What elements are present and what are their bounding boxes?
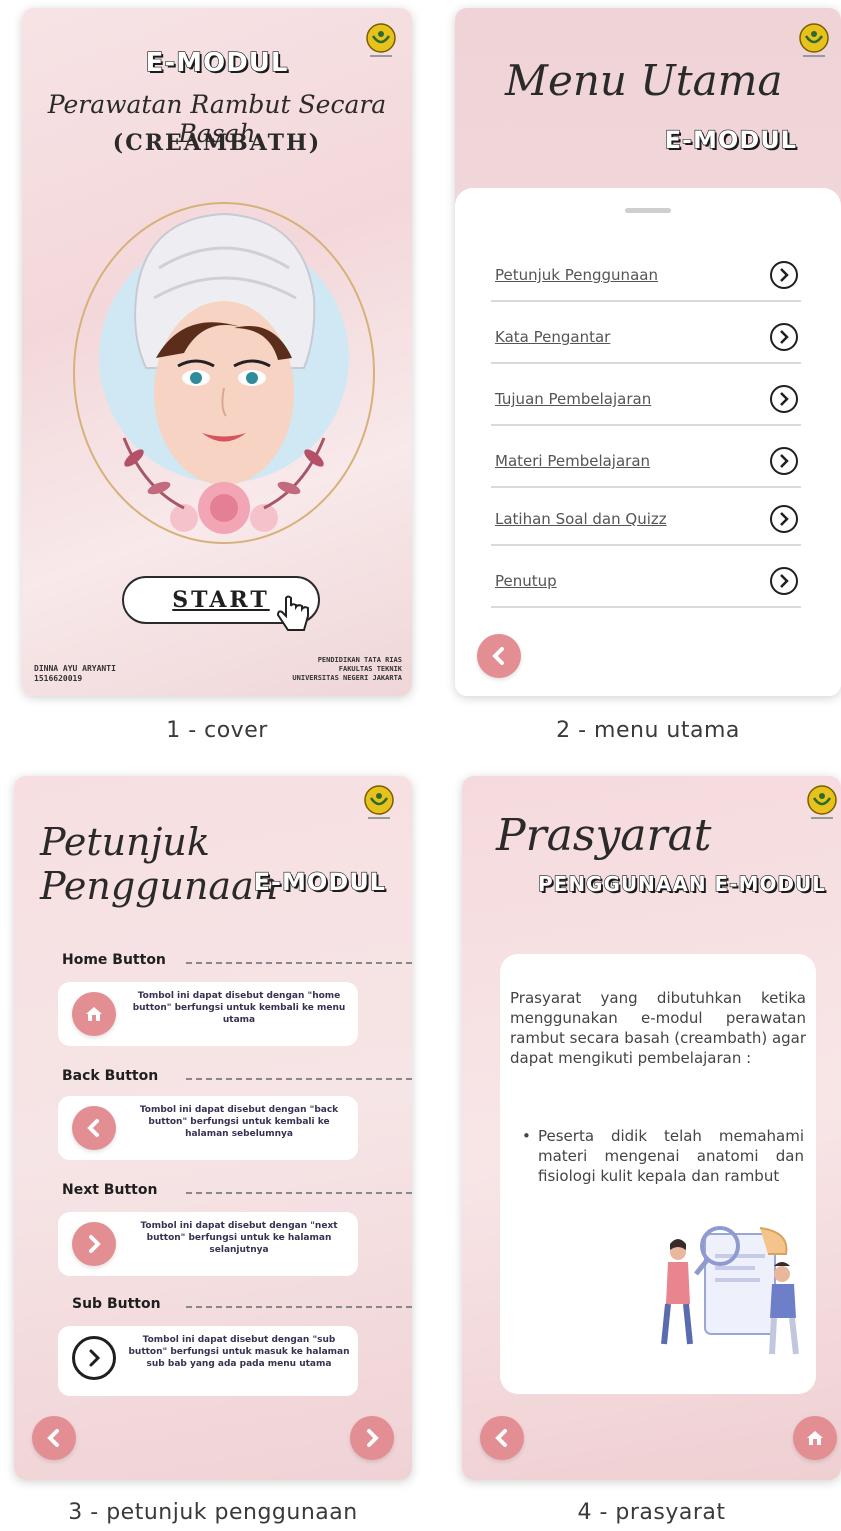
caption-cover: 1 - cover	[166, 718, 268, 743]
document-people-illustration	[661, 1226, 799, 1355]
section-divider	[186, 1192, 412, 1194]
home-icon	[807, 1431, 823, 1445]
back-button-card: Tombol ini dapat disebut dengan "back bu…	[58, 1096, 358, 1160]
chevron-right-icon	[367, 1429, 379, 1447]
home-button-desc: Tombol ini dapat disebut dengan "home bu…	[132, 991, 346, 1025]
prasyarat-screen: Prasyarat PENGGUNAAN E-MODUL Prasyarat y…	[462, 776, 841, 1480]
next-button-sample	[72, 1222, 116, 1266]
author-info: DINNA AYU ARYANTI 1516620019	[34, 664, 116, 684]
university-logo-icon	[799, 23, 829, 57]
chevron-right-circle-icon[interactable]	[769, 566, 799, 596]
next-button-card: Tombol ini dapat disebut dengan "next bu…	[58, 1212, 358, 1276]
home-button-card: Tombol ini dapat disebut dengan "home bu…	[58, 982, 358, 1046]
sub-button-desc: Tombol ini dapat disebut dengan "sub but…	[128, 1335, 350, 1369]
chevron-left-icon	[492, 647, 504, 665]
petunjuk-screen: Petunjuk Penggunaan E-MODUL Home Button …	[14, 776, 412, 1480]
emodul-heading: E-MODUL	[145, 47, 289, 78]
prasyarat-title: Prasyarat	[496, 810, 712, 861]
pointer-hand-icon	[276, 595, 309, 631]
menu-screen: Menu Utama E-MODUL Petunjuk Penggunaan K…	[455, 8, 841, 696]
home-button[interactable]	[793, 1416, 837, 1460]
chevron-right-circle-icon[interactable]	[769, 322, 799, 352]
caption-menu: 2 - menu utama	[556, 718, 740, 743]
section-divider	[186, 962, 412, 964]
menu-title: Menu Utama	[505, 56, 783, 105]
university-logo-icon	[807, 785, 837, 819]
institution-line3: UNIVERSITAS NEGERI JAKARTA	[292, 674, 402, 682]
chevron-right-circle-icon[interactable]	[769, 446, 799, 476]
home-icon	[86, 1007, 102, 1021]
author-id: 1516620019	[34, 674, 83, 683]
menu-item-label: Penutup	[495, 572, 557, 590]
petunjuk-emodul-heading: E-MODUL	[253, 867, 386, 896]
chevron-left-icon	[47, 1429, 59, 1447]
menu-item-label: Kata Pengantar	[495, 328, 611, 346]
back-button[interactable]	[477, 634, 521, 678]
back-button[interactable]	[480, 1416, 524, 1460]
prasyarat-bullet: Peserta didik telah memahami materi meng…	[522, 1126, 804, 1186]
menu-item-petunjuk[interactable]: Petunjuk Penggunaan	[491, 254, 801, 302]
prasyarat-card: Prasyarat yang dibutuhkan ketika menggun…	[500, 954, 816, 1394]
section-divider	[186, 1306, 412, 1308]
menu-item-label: Tujuan Pembelajaran	[495, 390, 652, 408]
chevron-left-icon	[87, 1119, 99, 1137]
menu-item-latihan[interactable]: Latihan Soal dan Quizz	[491, 498, 801, 546]
institution-line1: PENDIDIKAN TATA RIAS	[317, 656, 402, 664]
chevron-left-icon	[495, 1429, 507, 1447]
back-button-sample	[72, 1106, 116, 1150]
section-label-home: Home Button	[62, 952, 166, 968]
back-button-desc: Tombol ini dapat disebut dengan "back bu…	[139, 1105, 339, 1139]
caption-prasyarat: 4 - prasyarat	[577, 1500, 726, 1525]
section-label-next: Next Button	[62, 1182, 158, 1198]
prasyarat-intro: Prasyarat yang dibutuhkan ketika menggun…	[510, 989, 807, 1067]
menu-emodul-heading: E-MODUL	[664, 125, 797, 154]
sheet-handle	[625, 208, 671, 213]
next-button-desc: Tombol ini dapat disebut dengan "next bu…	[140, 1221, 338, 1255]
chevron-right-circle-icon[interactable]	[769, 260, 799, 290]
home-button-sample	[72, 992, 116, 1036]
sub-button-sample	[72, 1336, 116, 1380]
chevron-right-icon	[89, 1235, 101, 1253]
menu-item-materi[interactable]: Materi Pembelajaran	[491, 440, 801, 488]
institution-line2: FAKULTAS TEKNIK	[338, 665, 402, 673]
menu-item-penutup[interactable]: Penutup	[491, 560, 801, 608]
menu-item-label: Materi Pembelajaran	[495, 452, 651, 470]
menu-item-kata-pengantar[interactable]: Kata Pengantar	[491, 316, 801, 364]
author-name: DINNA AYU ARYANTI	[34, 664, 116, 673]
next-button[interactable]	[350, 1416, 394, 1460]
chevron-right-circle-icon[interactable]	[769, 504, 799, 534]
menu-item-label: Latihan Soal dan Quizz	[495, 510, 667, 528]
prasyarat-heading: PENGGUNAAN E-MODUL	[537, 871, 826, 896]
university-logo-icon	[364, 785, 394, 819]
chevron-right-icon	[89, 1349, 101, 1367]
back-button[interactable]	[32, 1416, 76, 1460]
cover-subtitle: (CREAMBATH)	[112, 130, 322, 156]
menu-item-label: Petunjuk Penggunaan	[495, 266, 658, 284]
institution-info: PENDIDIKAN TATA RIAS FAKULTAS TEKNIK UNI…	[292, 656, 402, 683]
cover-screen: E-MODUL Perawatan Rambut Secara Basah (C…	[22, 8, 412, 696]
chevron-right-circle-icon[interactable]	[769, 384, 799, 414]
section-label-sub: Sub Button	[72, 1296, 161, 1312]
sub-button-card: Tombol ini dapat disebut dengan "sub but…	[58, 1326, 358, 1396]
woman-towel-illustration	[73, 202, 375, 544]
menu-item-tujuan[interactable]: Tujuan Pembelajaran	[491, 378, 801, 426]
section-label-back: Back Button	[62, 1068, 159, 1084]
caption-petunjuk: 3 - petunjuk penggunaan	[68, 1500, 358, 1525]
section-divider	[186, 1078, 412, 1080]
